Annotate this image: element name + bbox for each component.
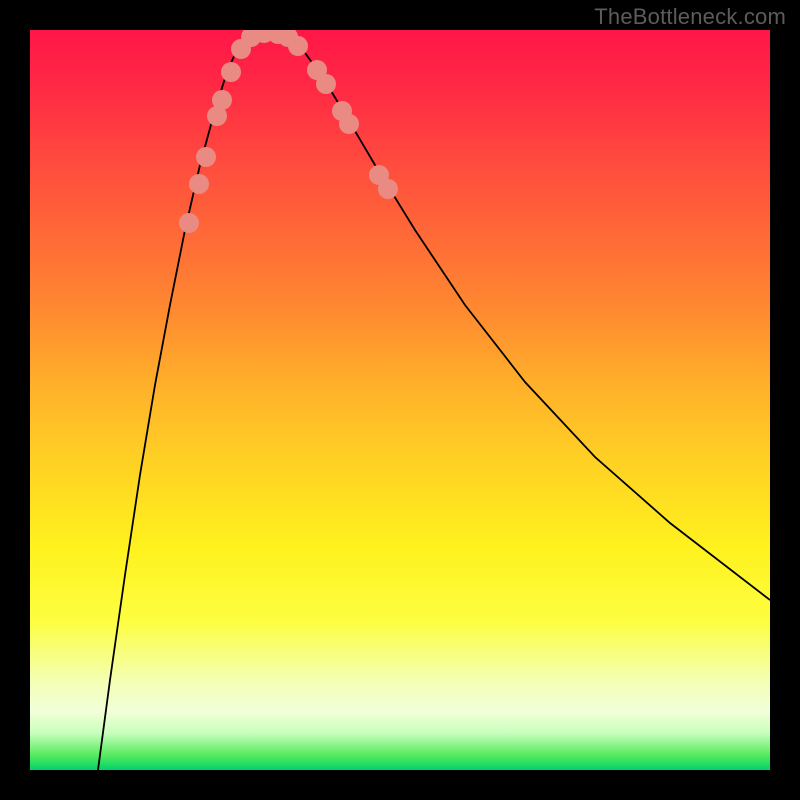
marker-group [179,30,398,233]
marker-dot [212,90,232,110]
curve-svg [30,30,770,770]
chart-canvas: TheBottleneck.com [0,0,800,800]
marker-dot [288,36,308,56]
marker-dot [378,179,398,199]
marker-dot [179,213,199,233]
marker-dot [196,147,216,167]
marker-dot [189,174,209,194]
marker-dot [316,74,336,94]
watermark-text: TheBottleneck.com [594,4,786,30]
marker-dot [221,62,241,82]
marker-dot [339,114,359,134]
plot-area [30,30,770,770]
bottleneck-curve [98,33,770,770]
